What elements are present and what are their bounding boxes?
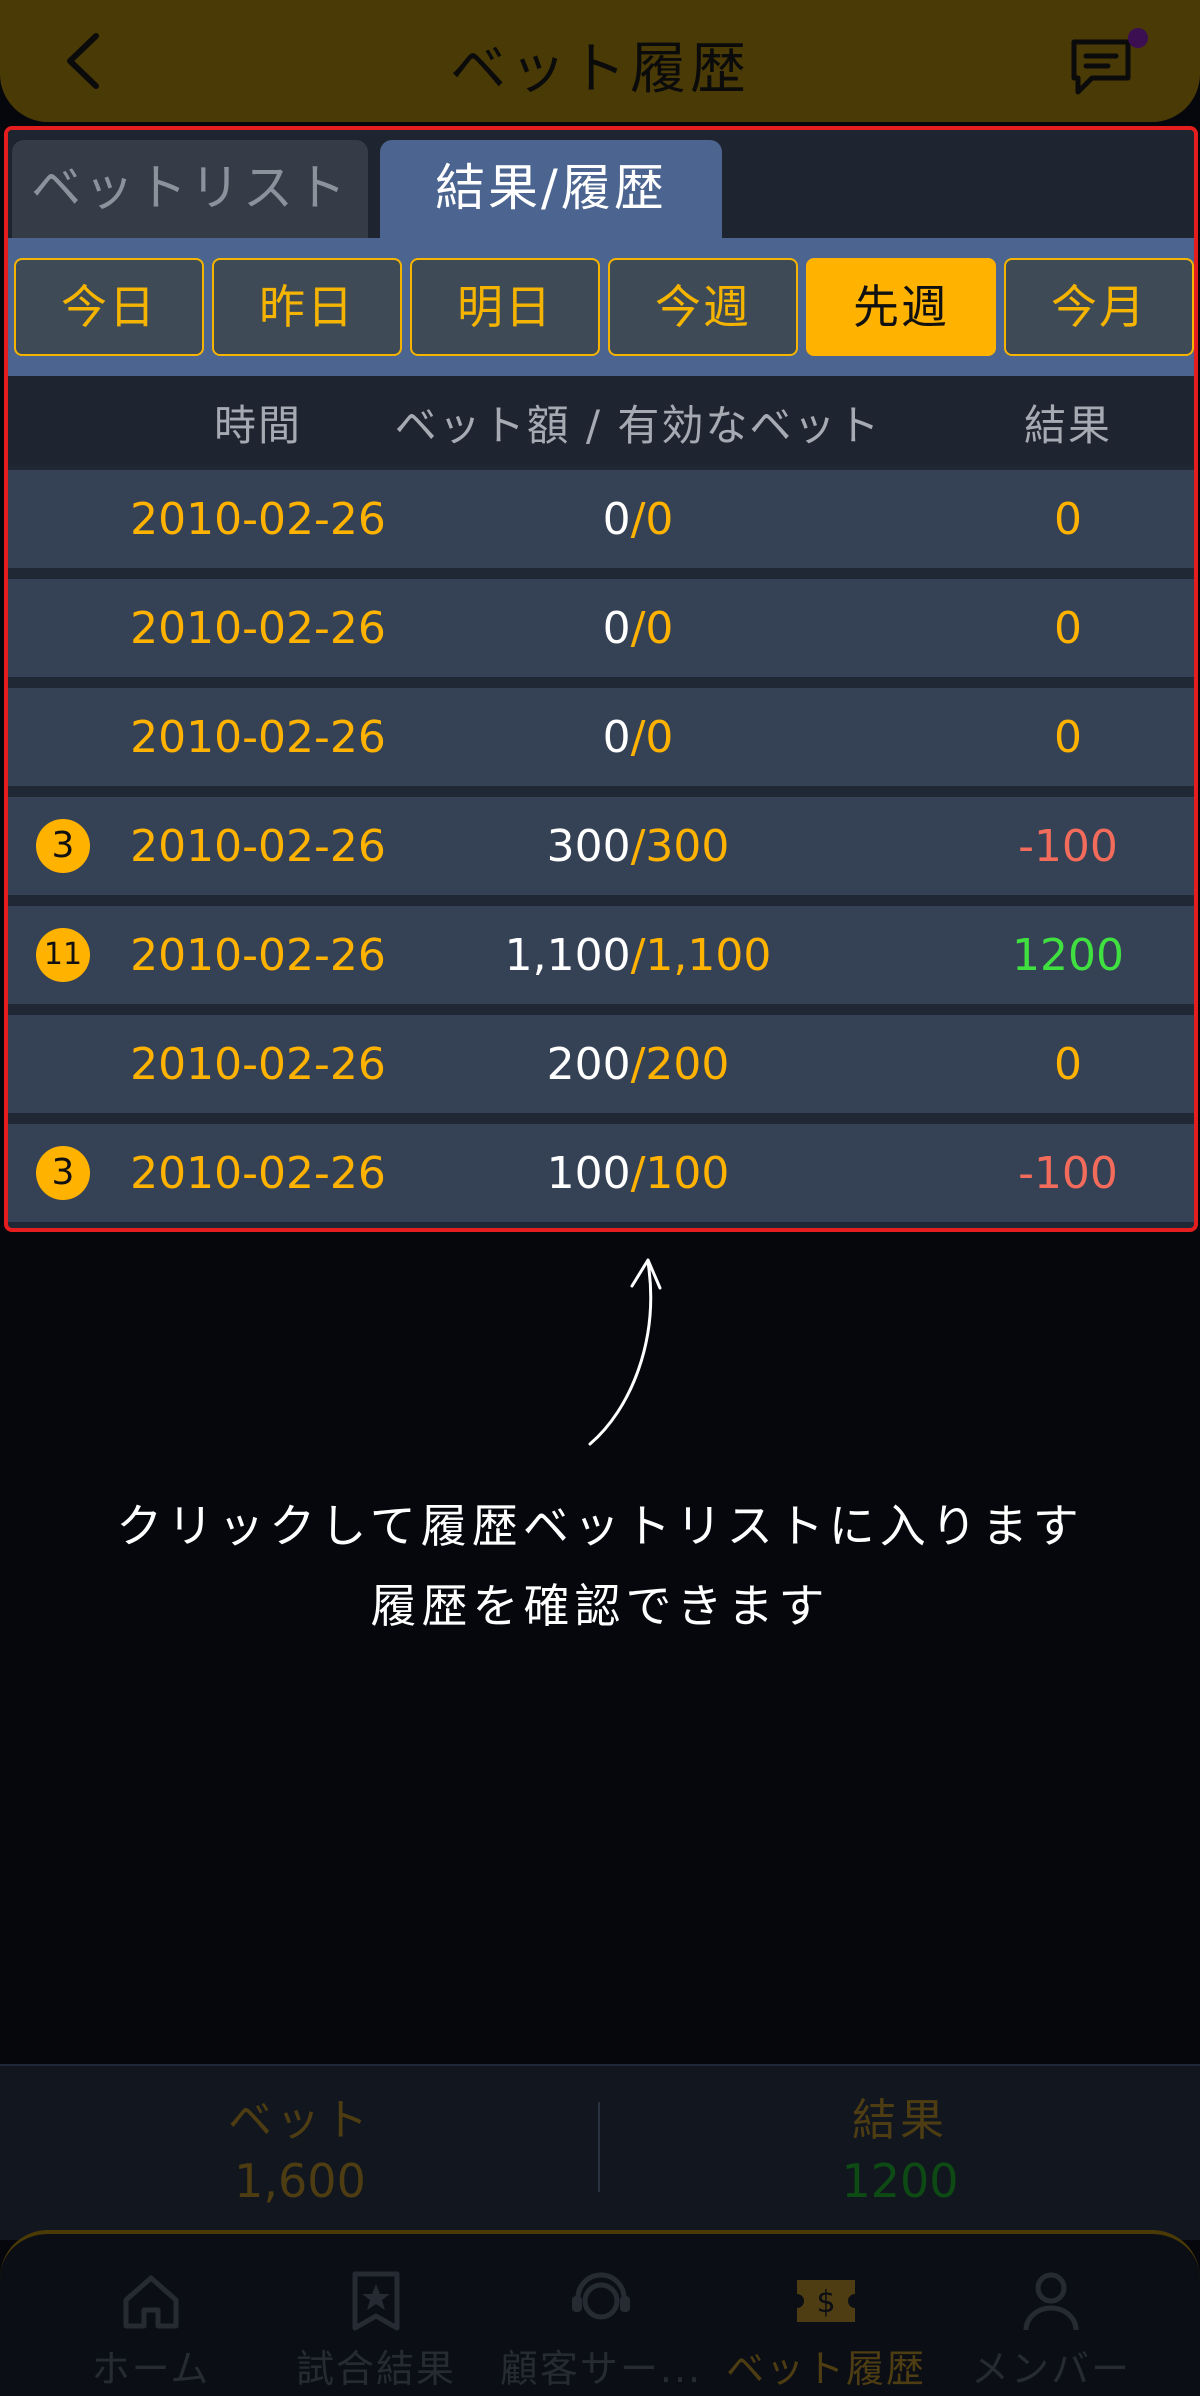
row-amount: 300/300	[388, 821, 888, 872]
table-row[interactable]: 3 2010-02-26 300/300 -100	[8, 797, 1194, 895]
row-bet-amount: 0	[602, 603, 631, 654]
nav-label-member: メンバー	[970, 2347, 1131, 2391]
tab-bar: ベットリスト 結果/履歴	[8, 130, 1194, 238]
column-header-amount: ベット額 / 有効なベット	[394, 401, 882, 450]
row-amount: 100/100	[388, 1148, 888, 1199]
table-row[interactable]: 2010-02-26 0/0 0	[8, 470, 1194, 568]
table-header: 時間 ベット額 / 有効なベット 結果	[8, 376, 1194, 466]
bet-count-badge: 3	[36, 1146, 90, 1200]
row-valid-bet: 300	[645, 821, 730, 872]
table-row[interactable]: 2010-02-26 200/200 0	[8, 1015, 1194, 1113]
row-bet-amount: 0	[602, 712, 631, 763]
row-bet-amount: 100	[546, 1148, 631, 1199]
amount-separator: /	[630, 1039, 646, 1090]
nav-item-match-results[interactable]: 試合結果	[261, 2234, 491, 2396]
row-date: 2010-02-26	[130, 821, 386, 872]
nav-item-member[interactable]: メンバー	[936, 2234, 1166, 2396]
date-filter-bar: 今日 昨日 明日 今週 先週 今月	[8, 238, 1194, 376]
summary-bet-value: 1,600	[234, 2154, 366, 2208]
filter-today-button[interactable]: 今日	[14, 258, 204, 356]
summary-result-value: 1200	[841, 2154, 959, 2208]
tab-bet-list[interactable]: ベットリスト	[12, 140, 368, 238]
amount-separator: /	[630, 1148, 646, 1199]
filter-yesterday-button[interactable]: 昨日	[212, 258, 402, 356]
row-date: 2010-02-26	[130, 603, 386, 654]
row-valid-bet: 200	[645, 1039, 730, 1090]
row-date: 2010-02-26	[130, 1039, 386, 1090]
column-header-time: 時間	[213, 401, 302, 450]
amount-separator: /	[630, 930, 646, 981]
summary-bar: ベット 1,600 結果 1200	[0, 2064, 1200, 2240]
nav-item-customer-service[interactable]: 顧客サー...	[486, 2234, 716, 2396]
star-bookmark-icon	[352, 2271, 400, 2331]
row-result: 0	[1054, 603, 1082, 654]
summary-bet-label: ベット	[228, 2095, 372, 2146]
filter-this-month-button[interactable]: 今月	[1004, 258, 1194, 356]
table-row[interactable]: 11 2010-02-26 1,100/1,100 1200	[8, 906, 1194, 1004]
nav-label-match-results: 試合結果	[295, 2347, 456, 2391]
bet-count-badge: 11	[36, 928, 90, 982]
row-bet-amount: 300	[546, 821, 631, 872]
row-amount: 0/0	[388, 603, 888, 654]
hint-text-line1: クリックして履歴ベットリストに入ります	[116, 1499, 1084, 1553]
row-result: -100	[1018, 821, 1118, 872]
nav-label-home: ホーム	[91, 2347, 211, 2391]
row-bet-amount: 1,100	[504, 930, 631, 981]
row-amount: 0/0	[388, 712, 888, 763]
table-row[interactable]: 2010-02-26 0/0 0	[8, 688, 1194, 786]
amount-separator: /	[630, 603, 646, 654]
nav-item-home[interactable]: ホーム	[36, 2234, 266, 2396]
app-header: ベット履歴	[0, 0, 1200, 122]
row-bet-amount: 200	[546, 1039, 631, 1090]
row-date: 2010-02-26	[130, 930, 386, 981]
hint-arrow-icon	[588, 1258, 662, 1446]
column-header-result: 結果	[1023, 401, 1112, 450]
row-amount: 0/0	[388, 494, 888, 545]
svg-text:$: $	[816, 2285, 835, 2320]
row-date: 2010-02-26	[130, 494, 386, 545]
row-date: 2010-02-26	[130, 1148, 386, 1199]
row-amount: 200/200	[388, 1039, 888, 1090]
row-date: 2010-02-26	[130, 712, 386, 763]
summary-result-label: 結果	[852, 2095, 948, 2146]
chat-icon[interactable]	[1066, 34, 1136, 98]
row-result: 0	[1054, 1039, 1082, 1090]
filter-last-week-button[interactable]: 先週	[806, 258, 996, 356]
row-amount: 1,100/1,100	[388, 930, 888, 981]
page-title: ベット履歴	[450, 37, 750, 102]
ticket-dollar-icon: $	[797, 2280, 855, 2322]
row-result: 0	[1054, 494, 1082, 545]
user-icon	[1023, 2272, 1079, 2331]
filter-this-week-button[interactable]: 今週	[608, 258, 798, 356]
nav-item-bet-history[interactable]: $ ベット履歴	[711, 2234, 941, 2396]
row-valid-bet: 1,100	[645, 930, 772, 981]
history-panel: ベットリスト 結果/履歴 今日 昨日 明日 今週 先週 今月 時間 ベット額 /…	[4, 126, 1198, 1232]
amount-separator: /	[630, 821, 646, 872]
row-result: 0	[1054, 712, 1082, 763]
bottom-nav: ホーム 試合結果 顧客サー... $ ベット履歴 メンバー	[0, 2230, 1200, 2396]
nav-label-customer-service: 顧客サー...	[499, 2347, 703, 2391]
tab-results-history[interactable]: 結果/履歴	[380, 140, 722, 238]
notification-dot	[1128, 28, 1148, 48]
summary-divider	[598, 2102, 600, 2192]
table-row[interactable]: 3 2010-02-26 100/100 -100	[8, 1124, 1194, 1222]
amount-separator: /	[630, 494, 646, 545]
headset-icon	[572, 2272, 630, 2320]
filter-tomorrow-button[interactable]: 明日	[410, 258, 600, 356]
amount-separator: /	[630, 712, 646, 763]
hint-text-line2: 履歴を確認できます	[370, 1579, 830, 1633]
home-icon	[123, 2275, 179, 2329]
table-row[interactable]: 2010-02-26 0/0 0	[8, 579, 1194, 677]
row-result: 1200	[1012, 930, 1124, 981]
row-valid-bet: 0	[645, 603, 674, 654]
row-bet-amount: 0	[602, 494, 631, 545]
row-valid-bet: 0	[645, 712, 674, 763]
row-result: -100	[1018, 1148, 1118, 1199]
row-valid-bet: 100	[645, 1148, 730, 1199]
bet-count-badge: 3	[36, 819, 90, 873]
nav-label-bet-history: ベット履歴	[725, 2347, 926, 2391]
row-valid-bet: 0	[645, 494, 674, 545]
